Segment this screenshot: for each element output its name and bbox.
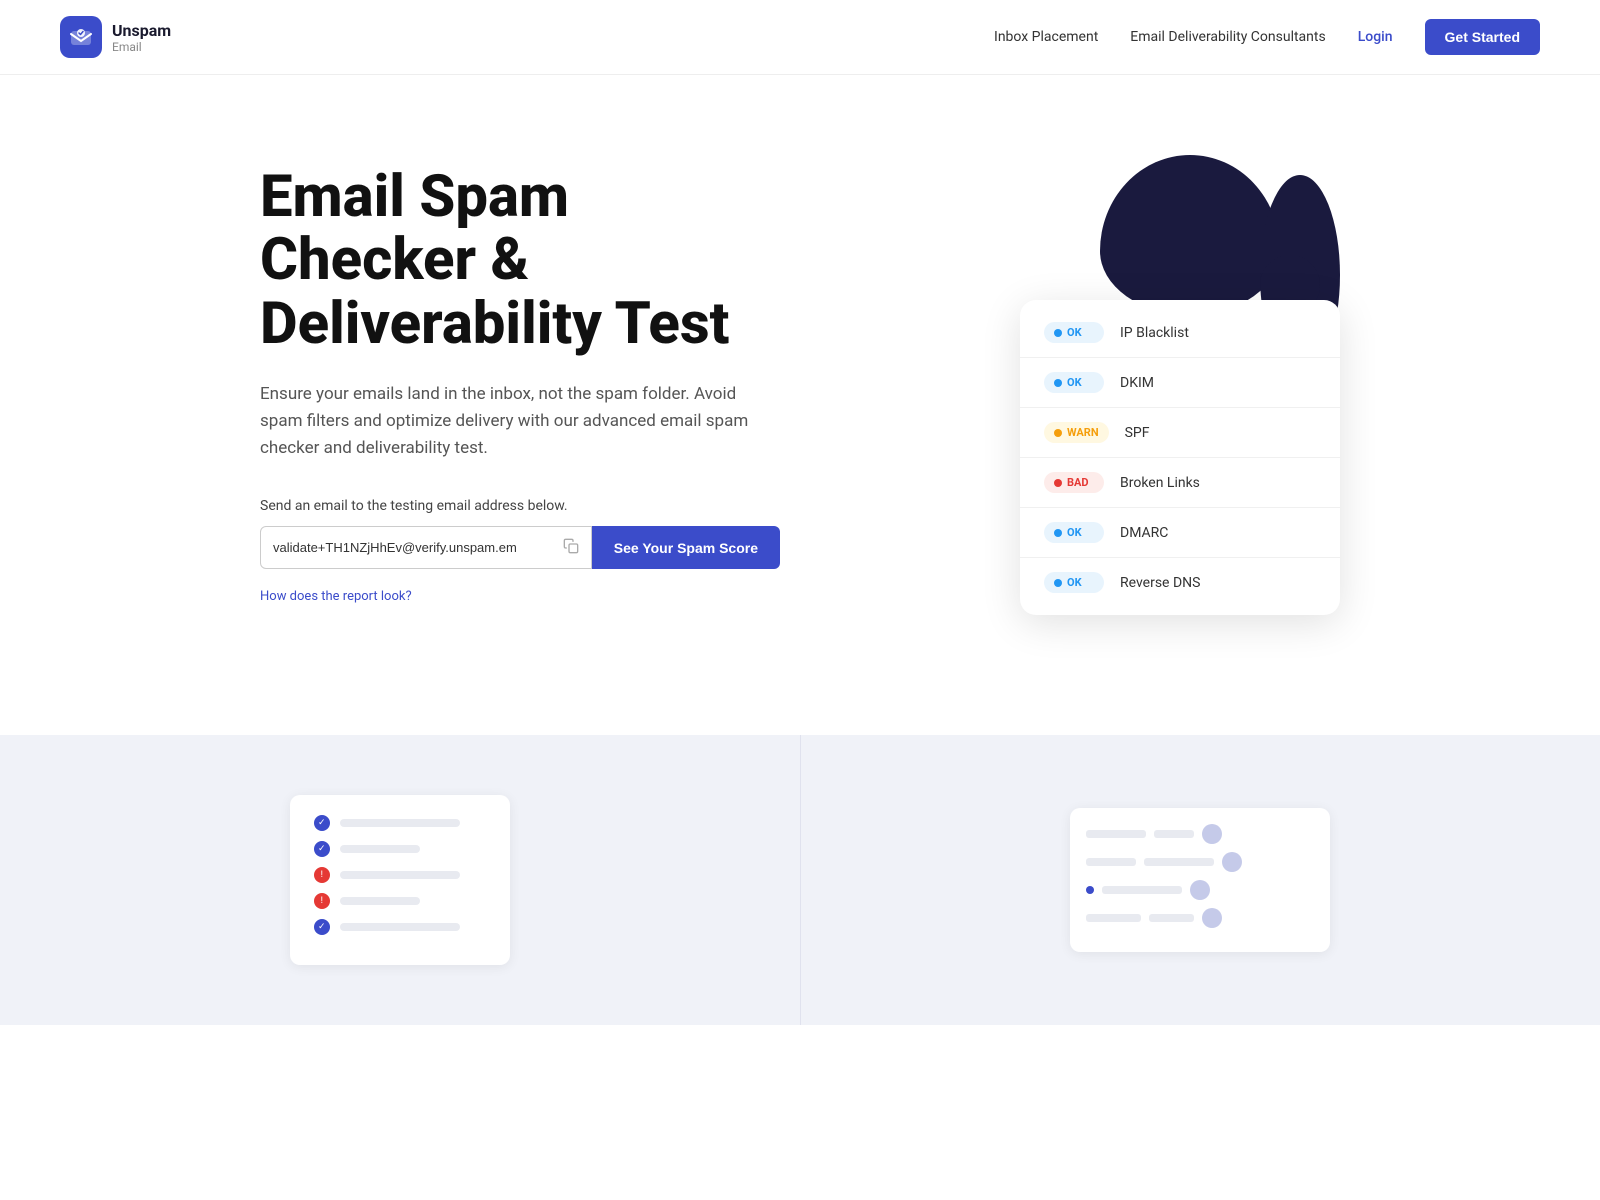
mini-row-2: ✓ — [314, 841, 486, 857]
mini-row-5: ✓ — [314, 919, 486, 935]
copy-icon[interactable] — [563, 538, 579, 558]
mini-dot-1 — [1086, 886, 1094, 894]
mini-line-1 — [340, 819, 460, 827]
hero-right: OK IP Blacklist OK DKIM WARN SPF BAD Bro… — [860, 155, 1340, 615]
mini-grid-row-3 — [1086, 880, 1314, 900]
mini-grid-row-1 — [1086, 824, 1314, 844]
badge-dot — [1054, 329, 1062, 337]
bottom-card-left: ✓ ✓ ! ! ✓ — [0, 735, 801, 1025]
results-card: OK IP Blacklist OK DKIM WARN SPF BAD Bro… — [1020, 300, 1340, 615]
result-label: Broken Links — [1120, 475, 1200, 491]
badge-dot — [1054, 479, 1062, 487]
header: Unspam Email Inbox Placement Email Deliv… — [0, 0, 1600, 75]
result-label: Reverse DNS — [1120, 575, 1200, 591]
main-nav: Inbox Placement Email Deliverability Con… — [994, 19, 1540, 55]
result-label: SPF — [1125, 425, 1150, 441]
mini-cell-4 — [1144, 858, 1214, 866]
blob-1 — [1100, 155, 1280, 315]
badge-dot — [1054, 529, 1062, 537]
mini-check-ok-2: ✓ — [314, 841, 330, 857]
mini-row-4: ! — [314, 893, 486, 909]
badge-dot — [1054, 379, 1062, 387]
mini-preview-right — [1070, 808, 1330, 952]
mini-cell-6 — [1086, 914, 1141, 922]
mini-check-bad-1: ! — [314, 867, 330, 883]
logo-text: Unspam Email — [112, 21, 171, 54]
email-input[interactable] — [273, 527, 555, 568]
email-form: See Your Spam Score — [260, 526, 780, 569]
mini-check-ok-3: ✓ — [314, 919, 330, 935]
see-spam-score-button[interactable]: See Your Spam Score — [592, 526, 780, 569]
mini-check-bad-2: ! — [314, 893, 330, 909]
mini-grid-row-4 — [1086, 908, 1314, 928]
logo-icon — [60, 16, 102, 58]
mini-row-1: ✓ — [314, 815, 486, 831]
hero-description: Ensure your emails land in the inbox, no… — [260, 381, 780, 463]
mini-avatar-2 — [1222, 852, 1242, 872]
result-row: WARN SPF — [1020, 408, 1340, 458]
mini-grid-row-2 — [1086, 852, 1314, 872]
logo-sub: Email — [112, 40, 171, 54]
result-label: DMARC — [1120, 525, 1168, 541]
status-badge: OK — [1044, 522, 1104, 543]
mini-line-4 — [340, 897, 420, 905]
nav-login[interactable]: Login — [1358, 29, 1393, 45]
badge-dot — [1054, 579, 1062, 587]
hero-title: Email Spam Checker & Deliverability Test — [260, 166, 780, 357]
mini-row-3: ! — [314, 867, 486, 883]
badge-dot — [1054, 429, 1062, 437]
mini-avatar-3 — [1190, 880, 1210, 900]
status-badge: OK — [1044, 322, 1104, 343]
result-row: BAD Broken Links — [1020, 458, 1340, 508]
mini-preview-left: ✓ ✓ ! ! ✓ — [290, 795, 510, 965]
send-label: Send an email to the testing email addre… — [260, 498, 780, 514]
status-badge: OK — [1044, 572, 1104, 593]
mini-cell-1 — [1086, 830, 1146, 838]
result-row: OK DKIM — [1020, 358, 1340, 408]
result-row: OK DMARC — [1020, 508, 1340, 558]
mini-cell-3 — [1086, 858, 1136, 866]
mini-avatar-4 — [1202, 908, 1222, 928]
nav-consultants[interactable]: Email Deliverability Consultants — [1130, 29, 1325, 45]
email-input-wrap — [260, 526, 592, 569]
get-started-button[interactable]: Get Started — [1425, 19, 1540, 55]
result-label: IP Blacklist — [1120, 325, 1189, 341]
mini-line-3 — [340, 871, 460, 879]
report-link[interactable]: How does the report look? — [260, 589, 412, 604]
nav-inbox-placement[interactable]: Inbox Placement — [994, 29, 1098, 45]
hero-section: Email Spam Checker & Deliverability Test… — [200, 75, 1400, 675]
mini-cell-7 — [1149, 914, 1194, 922]
hero-left: Email Spam Checker & Deliverability Test… — [260, 166, 780, 605]
logo-name: Unspam — [112, 21, 171, 40]
status-badge: WARN — [1044, 422, 1109, 443]
mini-check-ok-1: ✓ — [314, 815, 330, 831]
bottom-card-right — [801, 735, 1600, 1025]
mini-line-2 — [340, 845, 420, 853]
status-badge: BAD — [1044, 472, 1104, 493]
result-label: DKIM — [1120, 375, 1154, 391]
mini-cell-2 — [1154, 830, 1194, 838]
status-badge: OK — [1044, 372, 1104, 393]
bottom-section: ✓ ✓ ! ! ✓ — [0, 735, 1600, 1025]
mini-cell-5 — [1102, 886, 1182, 894]
result-row: OK Reverse DNS — [1020, 558, 1340, 607]
mini-line-5 — [340, 923, 460, 931]
logo: Unspam Email — [60, 16, 171, 58]
mini-avatar-1 — [1202, 824, 1222, 844]
result-row: OK IP Blacklist — [1020, 308, 1340, 358]
